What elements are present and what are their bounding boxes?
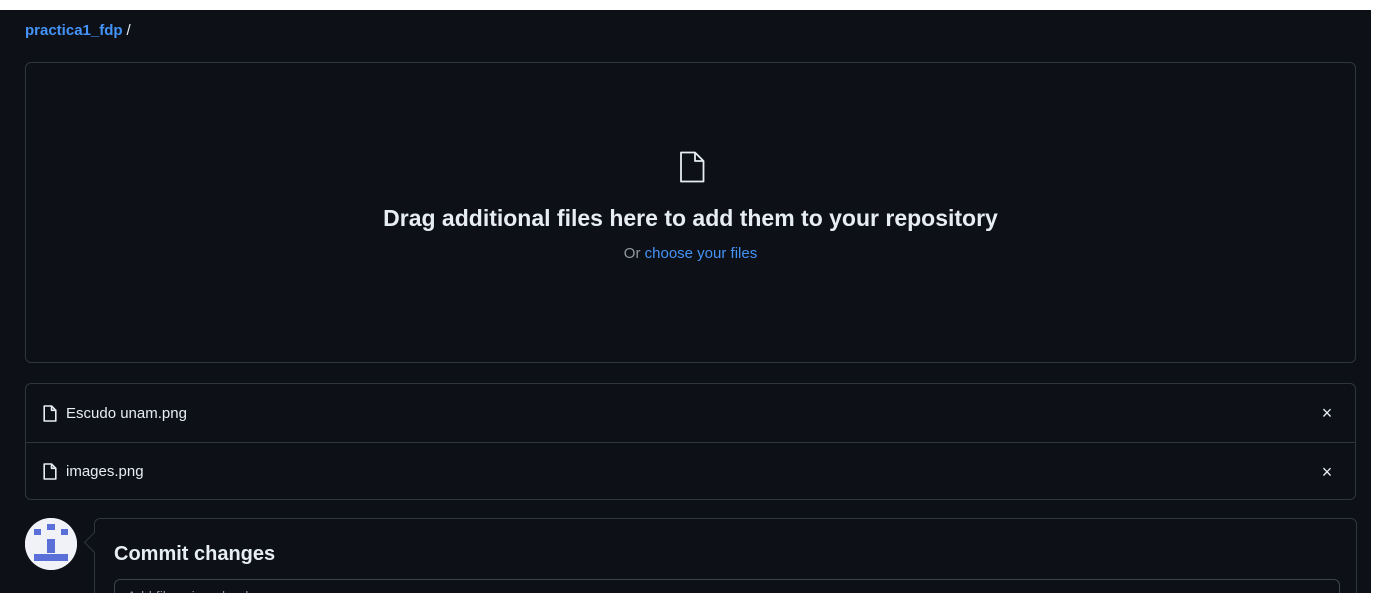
dropzone-prefix: Or [623,245,641,262]
avatar[interactable] [25,518,77,570]
panel-caret [83,531,106,554]
file-icon [680,151,705,183]
file-dropzone[interactable]: Drag additional files here to add them t… [25,62,1356,363]
remove-file-button[interactable]: × [1319,404,1335,422]
uploaded-file-list: Escudo unam.png × images.png × [25,383,1356,500]
file-name: images.png [66,463,144,480]
file-row: Escudo unam.png × [26,384,1355,442]
choose-files-link[interactable]: choose your files [645,245,758,262]
file-icon [43,404,57,422]
file-row: images.png × [26,442,1355,499]
remove-file-button[interactable]: × [1319,463,1335,481]
identicon-icon [25,518,77,570]
commit-title: Commit changes [114,543,276,565]
breadcrumb-separator: / [126,22,131,39]
dropzone-headline: Drag additional files here to add them t… [383,205,998,231]
commit-changes-panel: Commit changes [83,518,1357,593]
commit-summary-input[interactable] [114,579,1340,593]
right-edge [1371,0,1379,593]
file-name: Escudo unam.png [66,404,187,422]
dropzone-subtext: Or choose your files [26,244,1355,264]
top-edge [0,0,1379,10]
file-icon [43,463,57,480]
breadcrumb: practica1_fdp / [25,21,131,41]
upload-files-page: practica1_fdp / Drag additional files her… [0,0,1379,593]
repo-link[interactable]: practica1_fdp [25,22,123,39]
